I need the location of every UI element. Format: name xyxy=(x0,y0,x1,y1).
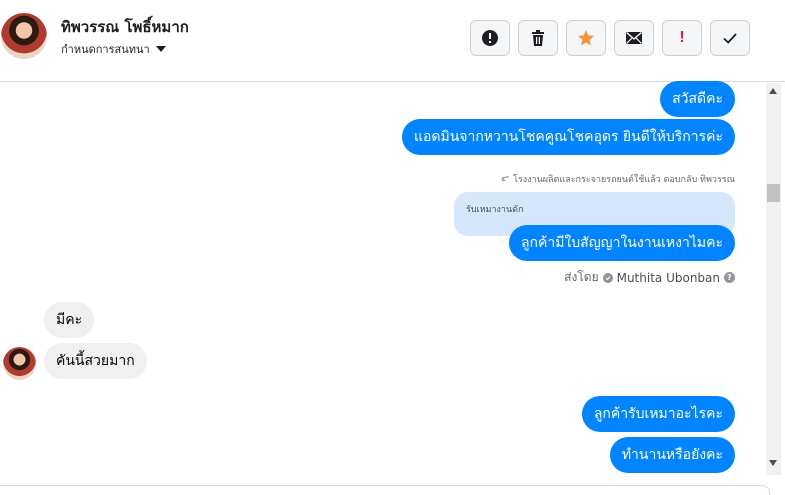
caret-down-icon xyxy=(155,46,166,52)
message-composer[interactable] xyxy=(0,485,770,495)
star-icon xyxy=(578,30,594,46)
help-icon[interactable]: ? xyxy=(724,272,735,283)
quoted-message-text: รับเหมางานดัก xyxy=(466,205,524,215)
outgoing-message[interactable]: ลูกค้ามีใบสัญญาในงานเหงาไมคะ xyxy=(508,225,735,261)
conversation-schedule-label: กำหนดการสนทนา xyxy=(61,43,150,56)
reply-context: โรงงานผลิตและกระจายรถยนต์ใช้แล้ว ตอบกลับ… xyxy=(501,172,735,186)
contact-avatar-small[interactable] xyxy=(3,347,36,380)
follow-up-button[interactable]: ! xyxy=(662,20,702,56)
sent-by-agent[interactable]: Muthita Ubonban xyxy=(617,271,720,285)
incoming-message[interactable]: มีคะ xyxy=(44,302,95,338)
scroll-down-arrow-icon[interactable] xyxy=(769,460,777,466)
message-scrollbar[interactable] xyxy=(766,83,781,475)
incoming-message[interactable]: คันนี้สวยมาก xyxy=(44,343,147,379)
mark-done-button[interactable] xyxy=(710,20,750,56)
outgoing-message[interactable]: แอดมินจากหวานโชคคูณโชคอุดร ยินดีให้บริกา… xyxy=(401,119,735,155)
contact-avatar[interactable] xyxy=(1,13,47,59)
exclamation-icon: ! xyxy=(679,29,685,46)
sent-by: ส่งโดย Muthita Ubonban ? xyxy=(564,268,735,287)
verified-check-icon xyxy=(602,272,613,283)
checkmark-icon xyxy=(723,33,737,44)
mark-unread-button[interactable] xyxy=(614,20,654,56)
reply-context-text: โรงงานผลิตและกระจายรถยนต์ใช้แล้ว ตอบกลับ… xyxy=(513,175,735,185)
outgoing-message[interactable]: สวัสดีคะ xyxy=(660,81,735,117)
star-button[interactable] xyxy=(566,20,606,56)
scroll-up-arrow-icon[interactable] xyxy=(769,88,777,94)
trash-icon xyxy=(532,30,544,46)
conversation-toolbar: ! xyxy=(470,20,750,56)
outgoing-message[interactable]: ทำนานหรือยังคะ xyxy=(609,437,735,473)
reply-arrow-icon xyxy=(501,176,510,182)
conversation-header: ทิพวรรณ โพธิ์หมาก กำหนดการสนทนา ! xyxy=(0,0,785,82)
alert-circle-icon xyxy=(482,30,498,46)
outgoing-message[interactable]: ลูกค้ารับเหมาอะไรคะ xyxy=(581,396,735,432)
delete-button[interactable] xyxy=(518,20,558,56)
envelope-icon xyxy=(626,31,642,44)
conversation-schedule-dropdown[interactable]: กำหนดการสนทนา xyxy=(61,40,166,58)
contact-name[interactable]: ทิพวรรณ โพธิ์หมาก xyxy=(61,15,189,39)
scroll-thumb[interactable] xyxy=(767,184,780,202)
spam-button[interactable] xyxy=(470,20,510,56)
sent-by-prefix: ส่งโดย xyxy=(564,270,599,284)
